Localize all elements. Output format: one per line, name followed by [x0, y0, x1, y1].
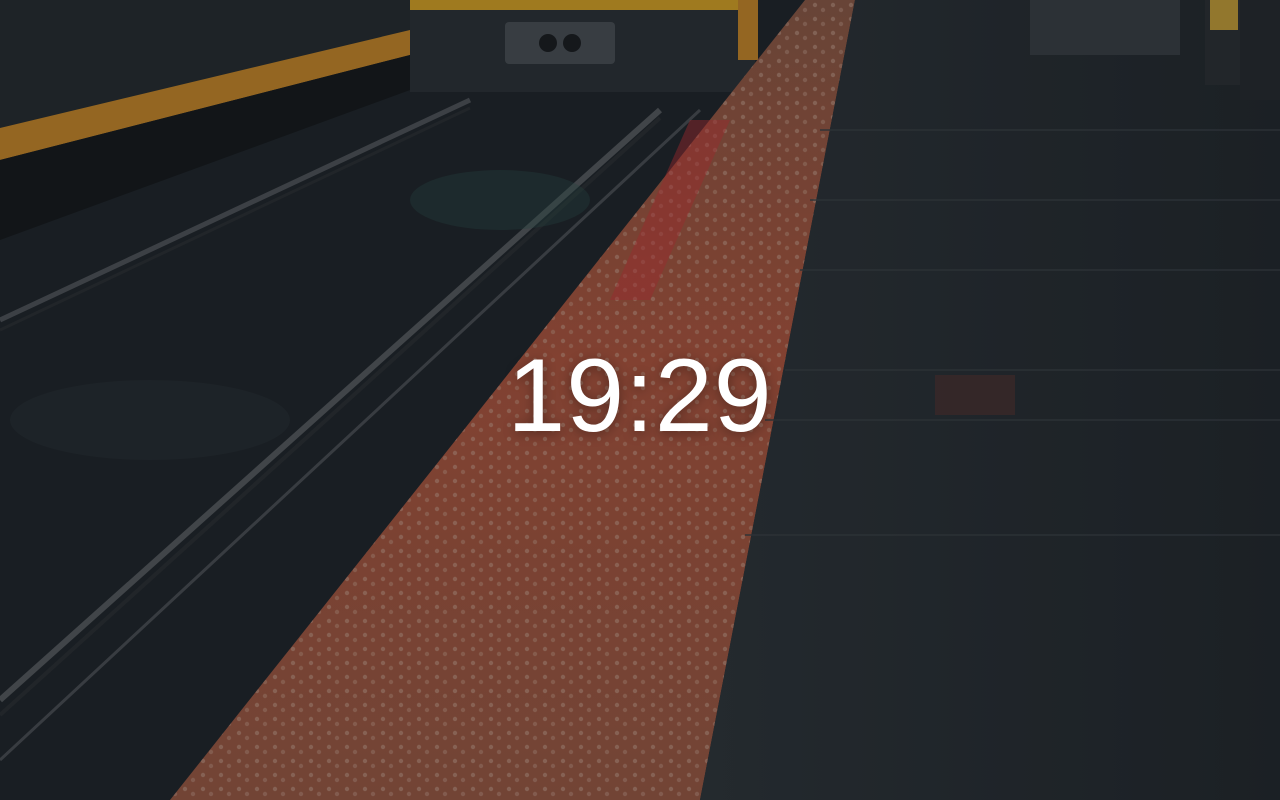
reflection-green — [410, 170, 590, 230]
train — [410, 0, 758, 92]
lock-screen: 19:29 — [0, 0, 1280, 800]
clock-time: 19:29 — [507, 338, 773, 454]
